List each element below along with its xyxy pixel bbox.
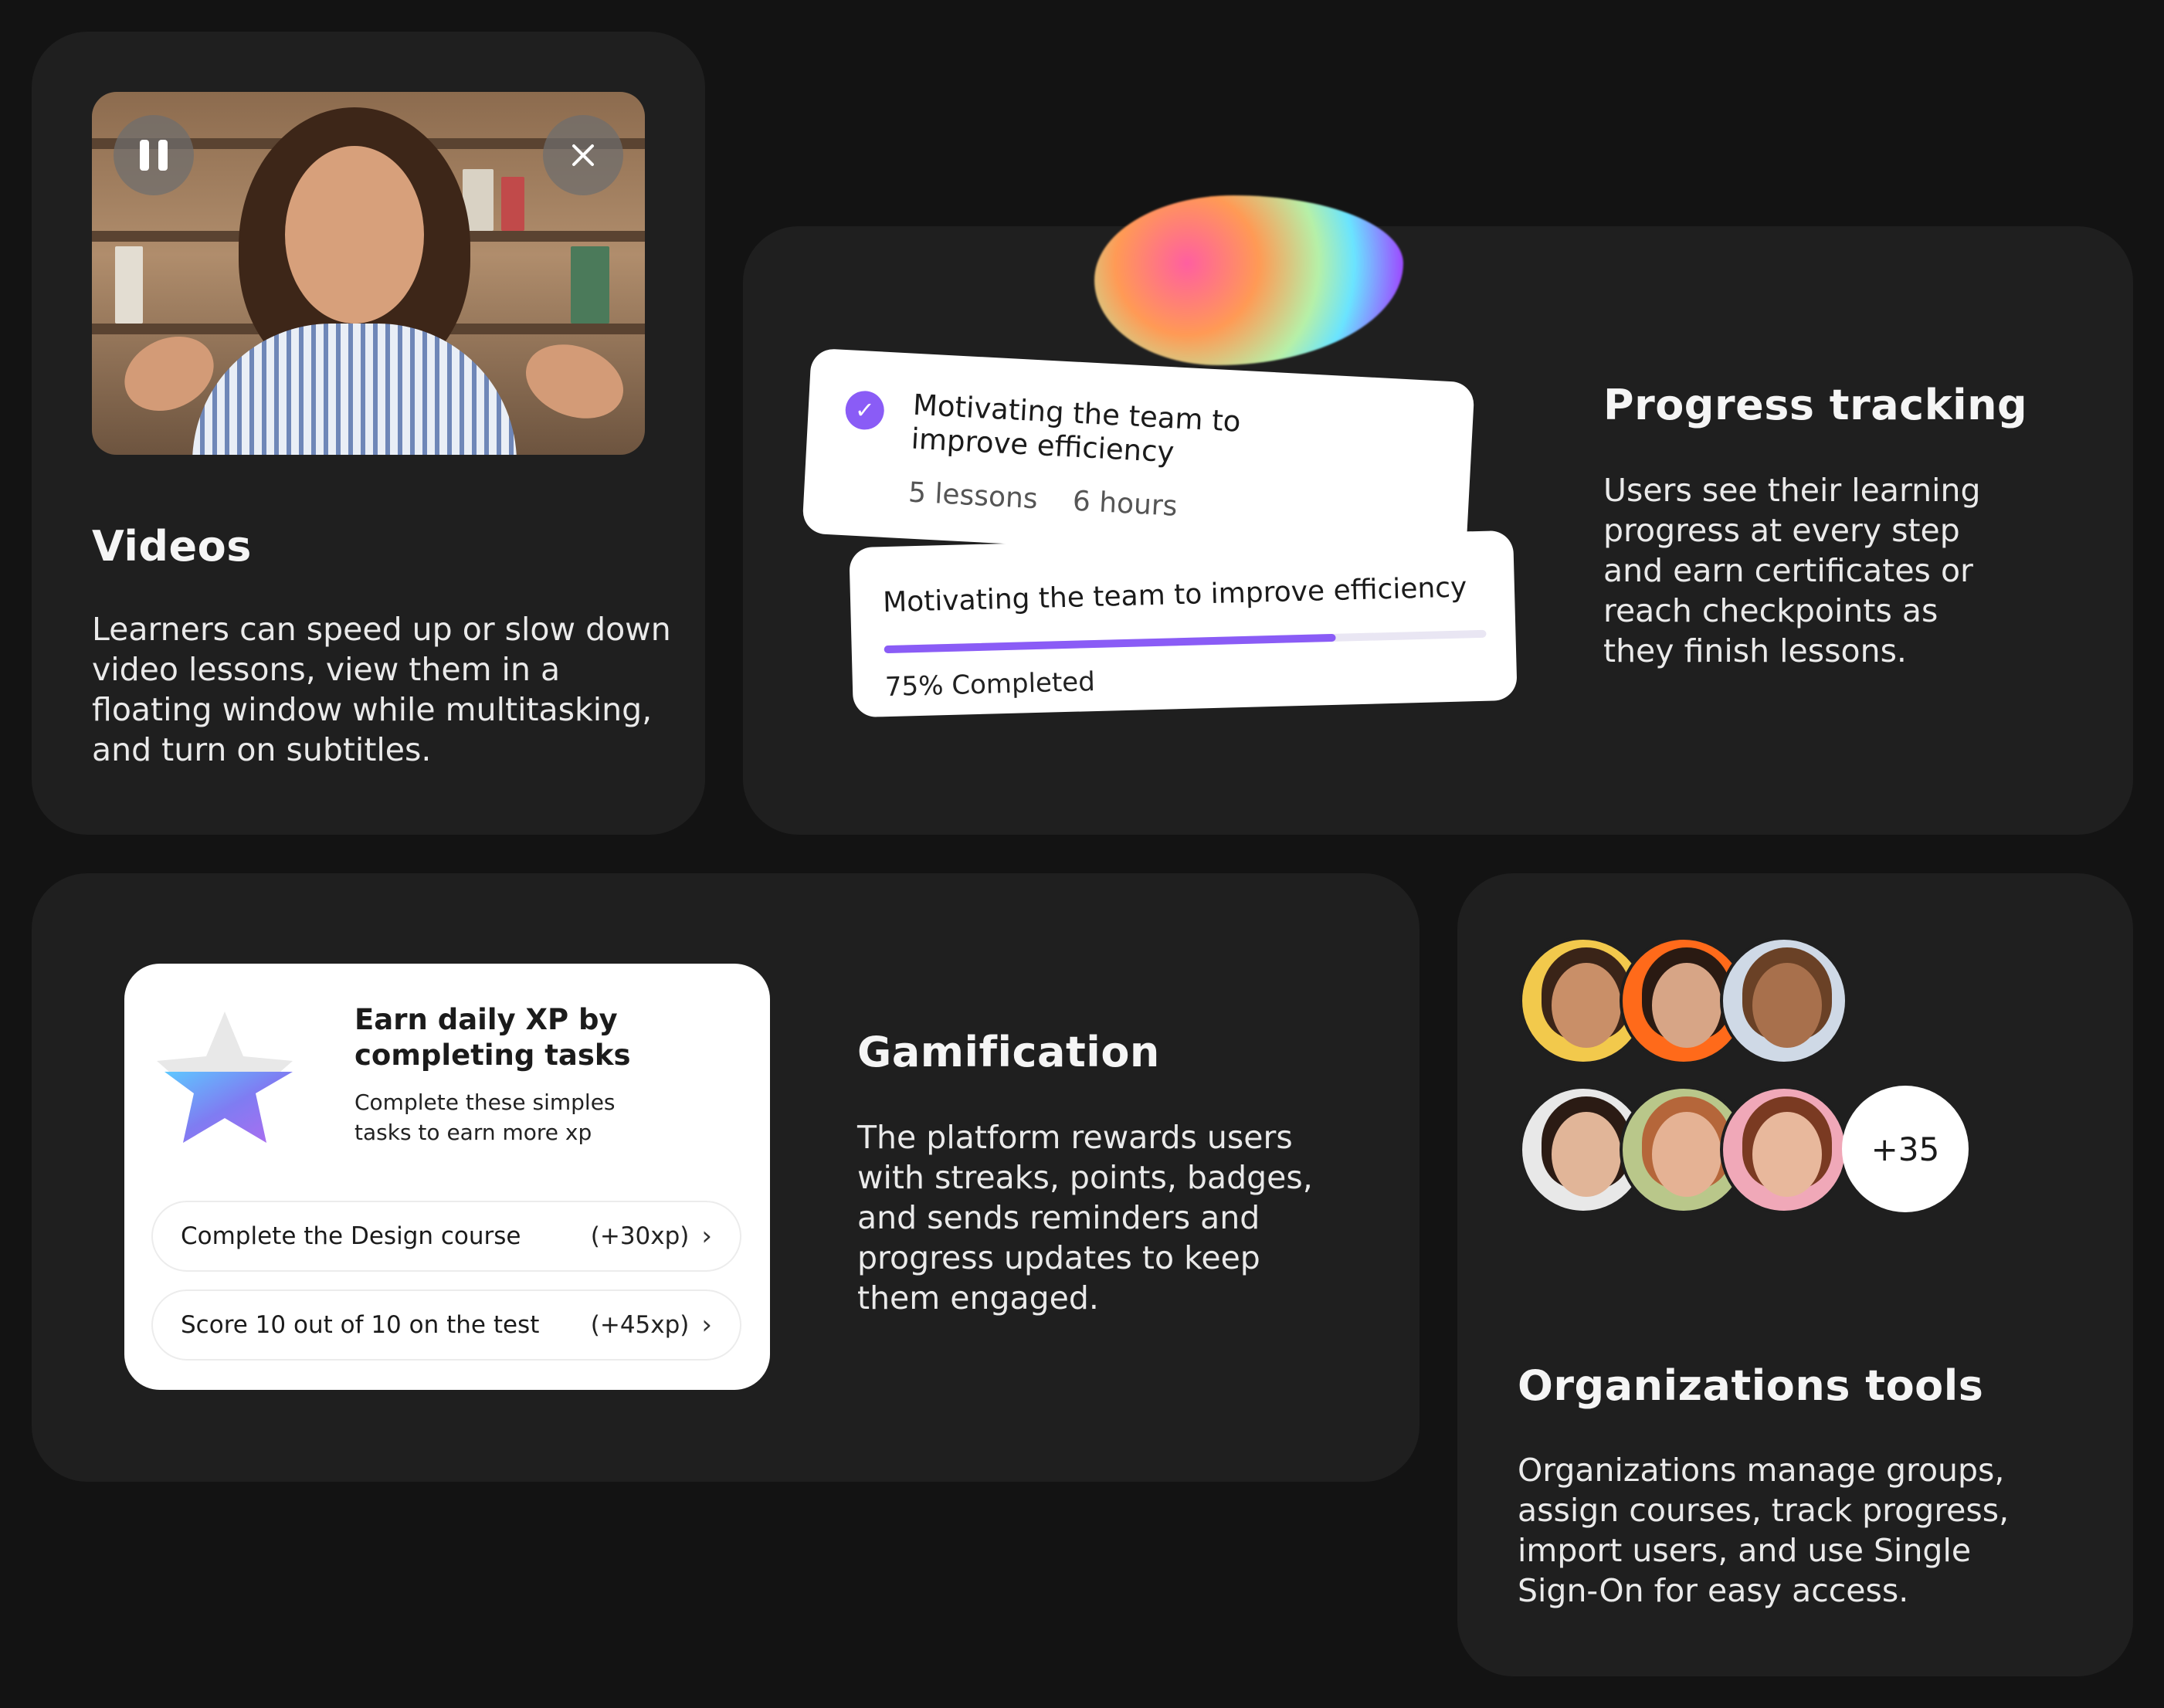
more-users-badge[interactable]: +35 [1842, 1086, 1969, 1212]
xp-card-subtitle: Complete these simples tasks to earn mor… [354, 1090, 616, 1145]
course-title: Motivating the team to improve efficienc… [910, 388, 1242, 469]
gamification-card: Earn daily XP by completing tasks Comple… [32, 873, 1419, 1482]
star-icon [157, 1012, 293, 1143]
course-meta: 5 lessons 6 hours [907, 477, 1204, 524]
org-title: Organizations tools [1518, 1361, 1984, 1410]
plant [571, 246, 609, 324]
pause-icon [158, 140, 168, 171]
gamification-title: Gamification [857, 1028, 1160, 1076]
xp-card: Earn daily XP by completing tasks Comple… [124, 964, 770, 1390]
organizations-card: +35 Organizations tools Organizations ma… [1457, 873, 2133, 1676]
person-hand [515, 331, 634, 432]
chevron-right-icon: › [701, 1310, 712, 1340]
task-xp: (+30xp) [590, 1222, 690, 1250]
lessons-count: 5 lessons [907, 476, 1039, 516]
person-face [285, 146, 424, 324]
progress-bar [884, 629, 1487, 654]
close-button[interactable] [543, 115, 623, 195]
check-icon: ✓ [844, 390, 886, 431]
book [501, 177, 524, 231]
videos-title: Videos [92, 522, 252, 571]
xp-card-title: Earn daily XP by completing tasks [354, 1003, 631, 1072]
gamification-description: The platform rewards users with streaks,… [857, 1119, 1313, 1317]
progress-course-card[interactable]: Motivating the team to improve efficienc… [849, 530, 1518, 718]
task-row[interactable]: Complete the Design course (+30xp) › [151, 1201, 741, 1272]
task-xp: (+45xp) [590, 1311, 690, 1339]
org-description: Organizations manage groups, assign cour… [1518, 1452, 2010, 1609]
task-label: Score 10 out of 10 on the test [181, 1311, 540, 1339]
book [115, 246, 143, 324]
progress-title: Progress tracking [1603, 381, 2028, 429]
videos-card: Videos Learners can speed up or slow dow… [32, 32, 705, 835]
avatar [1720, 1086, 1848, 1214]
progress-card: ✓ Motivating the team to improve efficie… [743, 195, 2133, 835]
progress-course-title: Motivating the team to improve efficienc… [882, 571, 1467, 619]
avatar [1720, 937, 1848, 1065]
hours-count: 6 hours [1071, 485, 1179, 523]
progress-description: Users see their learning progress at eve… [1603, 472, 1981, 669]
person-shirt [192, 324, 517, 455]
progress-label: 75% Completed [884, 666, 1096, 703]
videos-description: Learners can speed up or slow down video… [92, 611, 671, 768]
task-label: Complete the Design course [181, 1222, 521, 1250]
progress-bar-fill [884, 633, 1336, 654]
close-icon [572, 144, 594, 166]
gradient-blob-illustration [1094, 195, 1403, 365]
pause-icon [140, 140, 149, 171]
task-row[interactable]: Score 10 out of 10 on the test (+45xp) › [151, 1289, 741, 1361]
video-player[interactable] [92, 92, 645, 455]
chevron-right-icon: › [701, 1221, 712, 1252]
pause-button[interactable] [114, 115, 194, 195]
